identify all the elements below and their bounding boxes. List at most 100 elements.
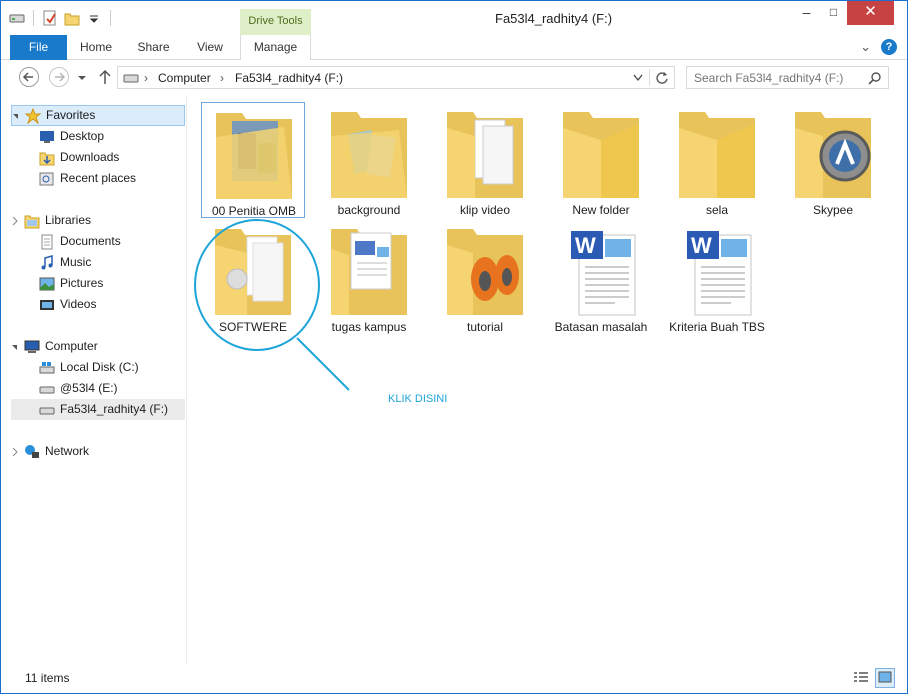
downloads-icon: [39, 152, 55, 165]
arrow-left-icon: [22, 72, 33, 82]
navigation-pane: Favorites Desktop Downloads Recent place…: [1, 95, 187, 665]
tab-view[interactable]: View: [182, 35, 238, 60]
drive-icon: [39, 407, 55, 414]
sidebar-item-downloads[interactable]: Downloads: [39, 147, 119, 168]
properties-icon[interactable]: [42, 10, 58, 26]
address-bar[interactable]: › Computer › Fa53l4_radhity4 (F:): [117, 66, 675, 89]
folder-new-folder[interactable]: New folder: [549, 102, 653, 218]
sidebar-item-recent-places[interactable]: Recent places: [39, 168, 136, 189]
item-label: Batasan masalah: [554, 320, 648, 334]
expand-arrow-icon[interactable]: [12, 108, 20, 124]
drive-icon: [9, 10, 25, 26]
folder-00-penitia-omb[interactable]: 00 Penitia OMB: [201, 102, 305, 218]
local-disk-icon: [39, 361, 55, 373]
chevron-down-icon[interactable]: [86, 10, 102, 26]
search-icon[interactable]: [868, 71, 882, 85]
help-icon[interactable]: ?: [881, 39, 897, 55]
minimize-button[interactable]: –: [793, 1, 820, 25]
desktop-icon: [40, 130, 54, 143]
drive-icon: [123, 74, 139, 83]
search-box[interactable]: [686, 66, 889, 89]
sidebar-item-documents[interactable]: Documents: [39, 231, 121, 252]
recent-places-icon: [39, 172, 54, 185]
folder-sela[interactable]: sela: [665, 102, 769, 218]
breadcrumb-separator-icon[interactable]: ›: [144, 71, 148, 85]
breadcrumb-separator-icon[interactable]: ›: [220, 71, 224, 85]
new-folder-icon[interactable]: [64, 10, 80, 26]
sidebar-item-label: Desktop: [60, 129, 105, 143]
computer-icon: [24, 340, 40, 353]
ribbon-tabs: File Home Share View Manage ⌄ ?: [1, 35, 907, 60]
toolbar-separator: [33, 10, 34, 26]
sidebar-item-label: Libraries: [45, 213, 92, 227]
pictures-icon: [39, 277, 55, 290]
explorer-window: Drive Tools Fa53l4_radhity4 (F:) – □ ✕ F…: [0, 0, 908, 694]
sidebar-item-label: @53l4 (E:): [60, 381, 118, 395]
folder-klip-video[interactable]: klip video: [433, 102, 537, 218]
item-label: tutorial: [466, 320, 504, 334]
sidebar-item-local-disk[interactable]: Local Disk (C:): [39, 357, 139, 378]
item-label: sela: [705, 203, 728, 217]
libraries-icon: [24, 215, 40, 228]
chevron-down-icon[interactable]: [633, 74, 643, 82]
folder-photos-icon: [216, 113, 292, 199]
sidebar-item-computer[interactable]: Computer: [11, 336, 98, 357]
sidebar-item-drive-f[interactable]: Fa53l4_radhity4 (F:): [11, 399, 185, 420]
maximize-button[interactable]: □: [820, 1, 847, 25]
folder-photos-icon: [331, 112, 407, 198]
recent-locations-icon[interactable]: [77, 73, 87, 83]
annotation-line: [296, 337, 350, 391]
folder-app-icon: [795, 112, 871, 198]
details-view-icon[interactable]: [851, 668, 871, 688]
expand-arrow-icon[interactable]: [11, 444, 19, 460]
item-label: 00 Penitia OMB: [211, 204, 297, 218]
sidebar-item-network[interactable]: Network: [11, 441, 89, 462]
sidebar-item-videos[interactable]: Videos: [39, 294, 96, 315]
expand-arrow-icon[interactable]: [11, 339, 19, 355]
drive-tools-context-label: Drive Tools: [240, 9, 311, 35]
tab-share[interactable]: Share: [125, 35, 182, 60]
tab-home[interactable]: Home: [67, 35, 125, 60]
close-button[interactable]: ✕: [847, 1, 894, 25]
folder-tugas-kampus[interactable]: tugas kampus: [317, 219, 421, 335]
sidebar-item-label: Documents: [60, 234, 121, 248]
sidebar-item-libraries[interactable]: Libraries: [11, 210, 91, 231]
expand-arrow-icon[interactable]: [11, 213, 19, 229]
address-divider: [649, 69, 650, 86]
forward-button[interactable]: [49, 67, 69, 87]
refresh-icon[interactable]: [655, 70, 669, 86]
navigation-bar: › Computer › Fa53l4_radhity4 (F:): [1, 61, 907, 93]
file-kriteria-buah-tbs[interactable]: W Kriteria Buah TBS: [665, 219, 769, 335]
folder-icon: [679, 112, 755, 198]
search-input[interactable]: [687, 67, 862, 88]
up-arrow-icon[interactable]: [98, 69, 112, 85]
star-icon: [25, 107, 41, 124]
sidebar-item-music[interactable]: Music: [39, 252, 91, 273]
breadcrumb-drive[interactable]: Fa53l4_radhity4 (F:): [235, 71, 343, 85]
folder-skypee[interactable]: Skypee: [781, 102, 885, 218]
item-label: Kriteria Buah TBS: [669, 320, 765, 334]
word-document-icon: W: [687, 231, 752, 316]
arrow-right-icon: [55, 72, 66, 82]
annotation-circle: [194, 219, 320, 351]
back-button[interactable]: [19, 67, 39, 87]
ribbon-collapse-icon[interactable]: ⌄: [860, 39, 871, 55]
sidebar-item-drive-e[interactable]: @53l4 (E:): [39, 378, 118, 399]
tab-manage[interactable]: Manage: [240, 35, 311, 60]
tab-file[interactable]: File: [10, 35, 67, 60]
folder-background[interactable]: background: [317, 102, 421, 218]
large-icons-view-icon[interactable]: [875, 668, 895, 688]
breadcrumb-computer[interactable]: Computer: [158, 71, 211, 85]
sidebar-item-label: Fa53l4_radhity4 (F:): [60, 402, 169, 416]
sidebar-item-pictures[interactable]: Pictures: [39, 273, 103, 294]
sidebar-item-label: Network: [45, 444, 90, 458]
sidebar-item-desktop[interactable]: Desktop: [39, 126, 104, 147]
folder-tutorial[interactable]: tutorial: [433, 219, 537, 335]
music-icon: [41, 254, 53, 269]
sidebar-item-label: Downloads: [60, 150, 120, 164]
file-batasan-masalah[interactable]: W Batasan masalah: [549, 219, 653, 335]
toolbar-separator: [110, 10, 111, 26]
videos-icon: [40, 299, 54, 310]
annotation-text: KLIK DISINI: [388, 393, 448, 405]
sidebar-item-favorites[interactable]: Favorites: [11, 105, 185, 126]
